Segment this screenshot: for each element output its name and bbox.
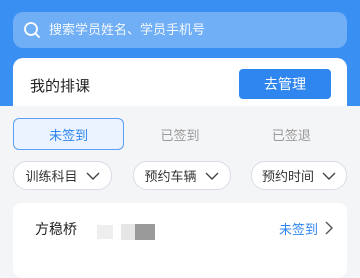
filter-vehicle[interactable]: 预约车辆	[132, 161, 231, 190]
filter-subject[interactable]: 训练科目	[13, 161, 112, 190]
schedule-title: 我的排课	[30, 77, 91, 95]
filter-time[interactable]: 预约时间	[251, 161, 347, 190]
chevron-right-icon	[325, 221, 333, 235]
status-tabs: 未签到 已签到 已签退	[13, 118, 347, 150]
student-name: 方稳桥	[35, 222, 77, 238]
tab-not-signed-in[interactable]: 未签到	[13, 118, 125, 150]
manage-button[interactable]: 去管理	[239, 69, 331, 99]
chevron-down-icon	[205, 172, 218, 180]
redacted-phone	[121, 224, 155, 240]
search-icon	[24, 22, 40, 38]
filter-bar: 训练科目 预约车辆 预约时间	[13, 161, 347, 190]
tab-signed-in[interactable]: 已签到	[124, 118, 235, 150]
search-input[interactable]	[49, 22, 319, 38]
tab-signed-out[interactable]: 已签退	[236, 118, 347, 150]
search-bar[interactable]	[13, 12, 347, 48]
filter-subject-label: 训练科目	[25, 170, 78, 185]
chevron-down-icon	[86, 172, 99, 180]
filter-time-label: 预约时间	[261, 170, 314, 185]
redacted-info	[97, 225, 113, 239]
student-row[interactable]: 方稳桥 未签到	[13, 203, 347, 264]
student-status: 未签到	[279, 223, 319, 238]
chevron-down-icon	[322, 172, 336, 180]
filter-vehicle-label: 预约车辆	[144, 170, 197, 185]
